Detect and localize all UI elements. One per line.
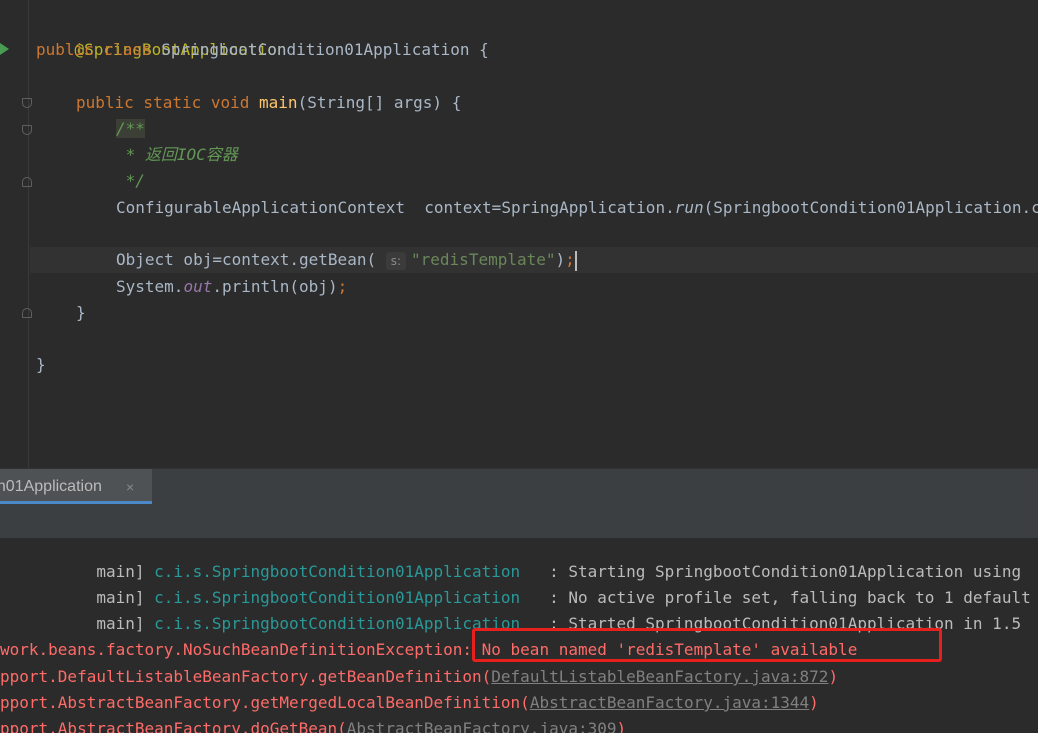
stack-trace-line: pport.DefaultListableBeanFactory.getBean… <box>0 664 838 690</box>
close-icon[interactable]: × <box>126 469 134 501</box>
log-thread: main] <box>0 614 155 633</box>
stack-source-link[interactable]: DefaultListableBeanFactory.java:872 <box>491 667 828 686</box>
getbean-call: Object obj=context.getBean( <box>116 250 386 269</box>
code-line-5: /** <box>116 116 145 142</box>
log-logger: c.i.s.SpringbootCondition01Application <box>154 562 521 581</box>
method-keywords: public static void <box>76 93 260 112</box>
stack-paren: ) <box>616 719 627 733</box>
doc-comment-start: /** <box>116 119 145 138</box>
code-line-11: System.out.println(obj); <box>116 274 347 300</box>
log-line: main] c.i.s.SpringbootCondition01Applica… <box>0 585 1031 611</box>
context-assign: ConfigurableApplicationContext context=S… <box>116 198 675 217</box>
stack-trace-line: pport.AbstractBeanFactory.doGetBean(Abst… <box>0 716 626 733</box>
method-name: main <box>259 93 298 112</box>
fold-method-end-icon[interactable] <box>22 308 32 318</box>
run-args: (SpringbootCondition01Application.class <box>703 198 1038 217</box>
code-line-6: * 返回IOC容器 <box>116 142 238 168</box>
method-params: (String[] args) { <box>297 93 462 112</box>
stack-paren: ) <box>828 667 839 686</box>
stack-method: pport.AbstractBeanFactory.doGetBean( <box>0 719 347 733</box>
code-line-4: public static void main(String[] args) { <box>76 90 461 116</box>
log-message: : No active profile set, falling back to… <box>520 588 1031 607</box>
run-config-tab[interactable]: on01Application × <box>0 469 152 504</box>
system-class: System. <box>116 277 184 296</box>
gutter-divider <box>28 0 29 468</box>
class-close-brace: } <box>36 355 46 374</box>
out-field: out <box>183 277 213 296</box>
text-caret <box>574 250 577 271</box>
semicolon: ; <box>565 250 575 269</box>
stack-method: pport.DefaultListableBeanFactory.getBean… <box>0 667 492 686</box>
println-call: .println(obj) <box>212 277 338 296</box>
run-gutter-icon[interactable] <box>0 43 9 55</box>
code-line-7: */ <box>116 168 145 194</box>
log-thread: main] <box>0 588 155 607</box>
code-line-8: ConfigurableApplicationContext context=S… <box>116 195 1038 221</box>
run-method: run <box>674 198 704 217</box>
run-config-tab-label: on01Application <box>0 478 102 495</box>
fold-method-icon[interactable] <box>22 98 32 108</box>
code-line-2: public class SpringbootCondition01Applic… <box>36 37 489 63</box>
stack-source-link[interactable]: AbstractBeanFactory.java:309 <box>347 719 617 733</box>
code-line-10: Object obj=context.getBean( s: "redisTemp… <box>116 247 577 273</box>
doc-comment-end: */ <box>116 171 145 190</box>
stack-trace-line: pport.AbstractBeanFactory.getMergedLocal… <box>0 690 819 716</box>
getbean-close: ) <box>555 250 566 269</box>
class-name: SpringbootCondition01Application <box>161 40 470 59</box>
bean-name-string: "redisTemplate" <box>411 250 556 269</box>
param-hint: s: <box>385 252 407 270</box>
fold-doc-end-icon[interactable] <box>22 177 32 187</box>
code-editor[interactable]: @SpringBootApplication public class Spri… <box>0 0 1038 468</box>
log-line: main] c.i.s.SpringbootCondition01Applica… <box>0 559 1021 585</box>
doc-comment-body: * 返回IOC容器 <box>116 145 238 164</box>
code-line-1: @SpringBootApplication <box>36 11 287 59</box>
class-brace: { <box>469 40 489 59</box>
run-toolbar <box>0 504 1038 539</box>
log-message: : Starting SpringbootCondition01Applicat… <box>520 562 1022 581</box>
class-keywords: public class <box>36 40 162 59</box>
error-highlight-box <box>472 628 942 662</box>
run-tool-window-tabbar: on01Application × <box>0 468 1038 504</box>
log-logger: c.i.s.SpringbootCondition01Application <box>154 588 521 607</box>
method-close-brace: } <box>76 303 86 322</box>
exception-class: work.beans.factory.NoSuchBeanDefinitionE… <box>0 640 463 659</box>
stack-method: pport.AbstractBeanFactory.getMergedLocal… <box>0 693 530 712</box>
log-logger: c.i.s.SpringbootCondition01Application <box>154 614 521 633</box>
stack-source-link[interactable]: AbstractBeanFactory.java:1344 <box>530 693 809 712</box>
log-thread: main] <box>0 562 155 581</box>
semicolon: ; <box>337 277 348 296</box>
stack-paren: ) <box>809 693 819 712</box>
fold-doc-icon[interactable] <box>22 125 32 135</box>
